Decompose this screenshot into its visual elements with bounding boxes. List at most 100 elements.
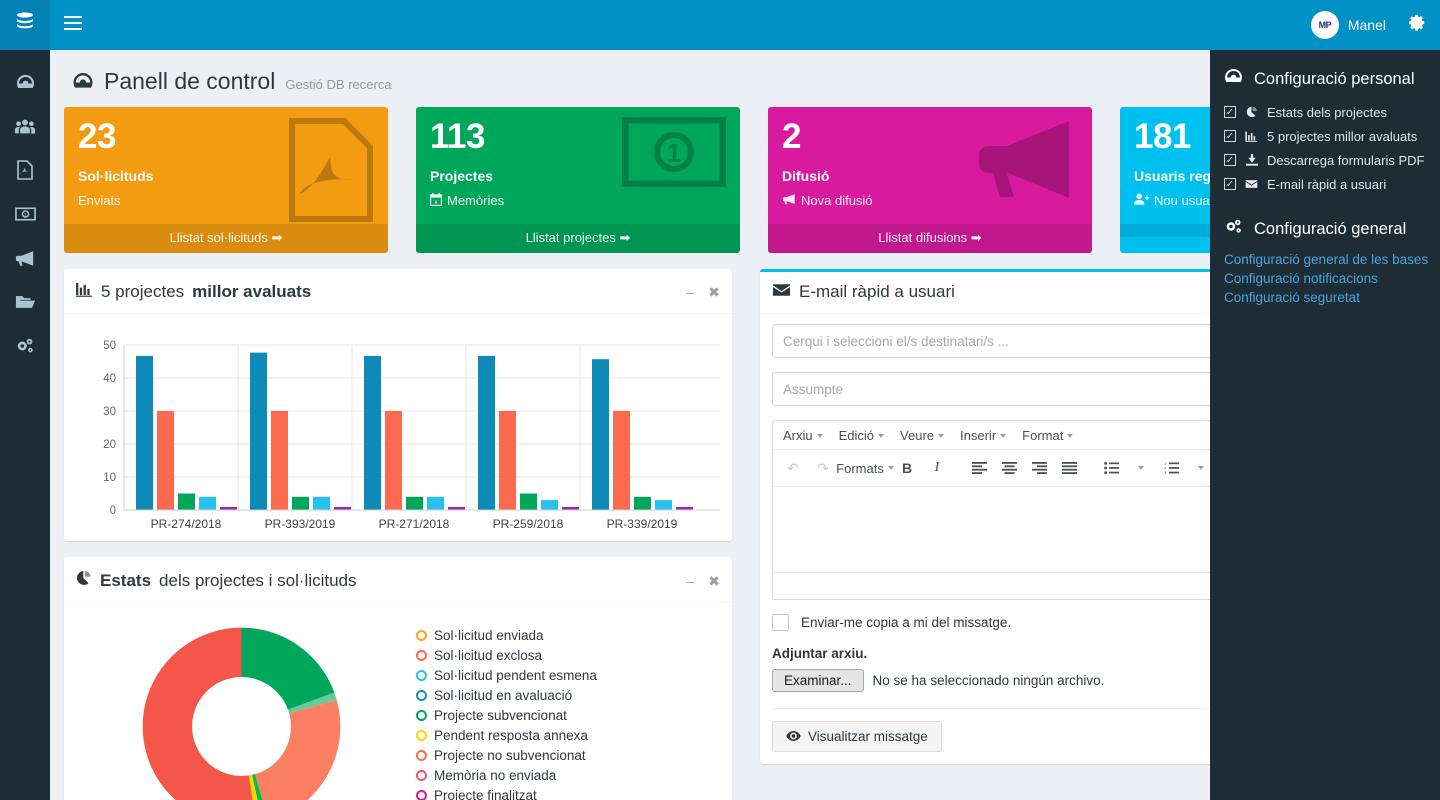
editor-menu-veure[interactable]: Veure <box>900 428 945 443</box>
svg-text:1: 1 <box>23 213 26 219</box>
legend-label: Sol·licitud enviada <box>434 627 544 643</box>
minimize-icon[interactable]: – <box>686 574 694 588</box>
sidebar-item-pdf[interactable] <box>0 148 50 192</box>
sidebar-item-dashboard[interactable] <box>0 60 50 104</box>
stat-card-sub[interactable]: x Memòries <box>429 192 726 209</box>
settings-drawer: Configuració personal ✓ Estats dels proj… <box>1210 50 1440 800</box>
stat-card-sub[interactable]: Nou usuari <box>1134 193 1210 208</box>
app-logo[interactable] <box>0 0 50 50</box>
panel-body: Arxiu Edició Veure <box>760 314 1210 764</box>
check-icon[interactable]: ✓ <box>1224 178 1236 190</box>
editor-menu-inserir[interactable]: Inserir <box>960 428 1007 443</box>
stat-card-footer-link[interactable]: Llistat difusions ➡ <box>768 224 1092 253</box>
stat-card-body: 23 Sol·licituds Enviats <box>64 107 388 224</box>
editor-menu-format[interactable]: Format <box>1022 428 1074 443</box>
undo-icon[interactable]: ↶ <box>779 455 807 481</box>
subject-input[interactable] <box>772 372 1210 406</box>
align-justify-icon[interactable] <box>1055 455 1083 481</box>
numbered-list-icon[interactable]: 123 <box>1157 455 1185 481</box>
drawer-toggle-top-projects[interactable]: ✓ 5 projectes millor avaluats <box>1224 124 1440 148</box>
panel-tools: – ✖ <box>686 285 720 299</box>
legend-item[interactable]: Pendent resposta annexa <box>416 725 597 745</box>
align-right-icon[interactable] <box>1025 455 1053 481</box>
dashboard-icon <box>1224 68 1243 90</box>
stat-card-label: Projectes <box>430 167 494 184</box>
editor-menubar: Arxiu Edició Veure Inserir Format <box>773 421 1210 450</box>
bullet-list-dropdown[interactable] <box>1127 455 1155 481</box>
legend-item[interactable]: Sol·licitud en avaluació <box>416 685 597 705</box>
numbered-list-dropdown[interactable] <box>1187 455 1210 481</box>
drawer-toggle-estats[interactable]: ✓ Estats dels projectes <box>1224 100 1440 124</box>
send-copy-checkbox[interactable] <box>772 614 789 631</box>
editor-menu-edicio[interactable]: Edició <box>839 428 885 443</box>
stat-card-sub[interactable]: Nova difusió <box>782 193 1078 208</box>
bar-group-2 <box>250 352 351 510</box>
stat-card-footer-link[interactable]: Llistat projectes ➡ <box>416 224 740 253</box>
stat-card-sub-text: Memòries <box>447 193 505 209</box>
italic-button[interactable]: I <box>923 455 951 481</box>
settings-toggle-button[interactable] <box>1394 0 1440 50</box>
sidebar-item-users[interactable] <box>0 104 50 148</box>
close-icon[interactable]: ✖ <box>708 285 720 299</box>
panel-columns: 5 projectes millor avaluats – ✖ 50 40 30… <box>64 269 1210 800</box>
minimize-icon[interactable]: – <box>686 285 694 299</box>
send-copy-row[interactable]: Enviar-me copia a mi del missatge. <box>772 614 1210 631</box>
stat-card-footer-link[interactable]: Llistat sol·licituds ➡ <box>64 224 388 253</box>
legend-item[interactable]: Projecte finalitzat <box>416 785 597 800</box>
preview-message-button[interactable]: Visualitzar missatge <box>772 721 942 752</box>
panel-header: E-mail ràpid a usuari <box>760 272 1210 314</box>
bar-chart: 50 40 30 20 10 0 PR-274/2018 PR-393/2019… <box>76 324 720 531</box>
stat-card-footer-link[interactable] <box>1120 224 1210 237</box>
legend-item[interactable]: Sol·licitud exclosa <box>416 645 597 665</box>
drawer-toggle-download-pdf[interactable]: ✓ Descarrega formularis PDF <box>1224 148 1440 172</box>
redo-icon[interactable]: ↷ <box>809 455 837 481</box>
drawer-toggle-quick-email[interactable]: ✓ E-mail ràpid a usuari <box>1224 172 1440 196</box>
donut-chart-svg <box>142 627 340 800</box>
legend-item[interactable]: Sol·licitud pendent esmena <box>416 665 597 685</box>
hamburger-menu-button[interactable] <box>50 0 96 50</box>
drawer-link-notifications[interactable]: Configuració notificacions <box>1224 269 1440 288</box>
panel-body: 50 40 30 20 10 0 PR-274/2018 PR-393/2019… <box>64 314 732 541</box>
check-icon[interactable]: ✓ <box>1224 106 1236 118</box>
editor-menu-arxiu[interactable]: Arxiu <box>783 428 823 443</box>
check-icon[interactable]: ✓ <box>1224 154 1236 166</box>
drawer-item-label: E-mail ràpid a usuari <box>1267 176 1387 192</box>
drawer-link-security[interactable]: Configuració seguretat <box>1224 288 1440 307</box>
sidebar-item-broadcast[interactable] <box>0 236 50 280</box>
formats-dropdown[interactable]: Formats <box>836 455 894 481</box>
close-icon[interactable]: ✖ <box>708 574 720 588</box>
stat-card-projectes: 1 113 Projectes x Memòries Llistat proje… <box>416 107 740 253</box>
align-center-icon[interactable] <box>995 455 1023 481</box>
editor-content-area[interactable] <box>773 487 1210 573</box>
legend-label: Sol·licitud pendent esmena <box>434 667 597 683</box>
svg-text:0: 0 <box>110 505 116 517</box>
arrow-circle-right-icon: ➡ <box>619 230 631 245</box>
legend-color-dot <box>416 769 427 781</box>
editor-menu-label: Format <box>1022 428 1064 443</box>
check-icon[interactable]: ✓ <box>1224 130 1236 142</box>
stat-card-label: Difusió <box>782 167 830 184</box>
stat-card-sub: Enviats <box>78 193 374 208</box>
right-column: E-mail ràpid a usuari Arxiu <box>760 269 1210 800</box>
stat-card-label: Usuaris registrats <box>1134 167 1210 184</box>
legend-color-dot <box>416 649 427 661</box>
sidebar-item-files[interactable] <box>0 280 50 324</box>
bullet-list-icon[interactable] <box>1097 455 1125 481</box>
sidebar-item-settings[interactable] <box>0 324 50 368</box>
sidebar-item-projects[interactable]: 1 <box>0 192 50 236</box>
recipients-input[interactable] <box>772 324 1210 358</box>
rich-text-editor: Arxiu Edició Veure Inserir Format ↶ ↷ Fo… <box>772 420 1210 600</box>
legend-item[interactable]: Sol·licitud enviada <box>416 625 597 645</box>
dashboard-icon <box>72 72 94 97</box>
browse-file-button[interactable]: Examinar... <box>772 669 864 692</box>
bar-cat-label: PR-339/2019 <box>607 517 678 531</box>
drawer-link-bases[interactable]: Configuració general de les bases <box>1224 250 1440 269</box>
bold-button[interactable]: B <box>893 455 921 481</box>
legend-color-dot <box>416 689 427 701</box>
legend-item[interactable]: Projecte subvencionat <box>416 705 597 725</box>
legend-item[interactable]: Projecte no subvencionat <box>416 745 597 765</box>
user-menu[interactable]: MP Manel <box>1310 11 1394 39</box>
legend-item[interactable]: Memòria no enviada <box>416 765 597 785</box>
align-left-icon[interactable] <box>965 455 993 481</box>
